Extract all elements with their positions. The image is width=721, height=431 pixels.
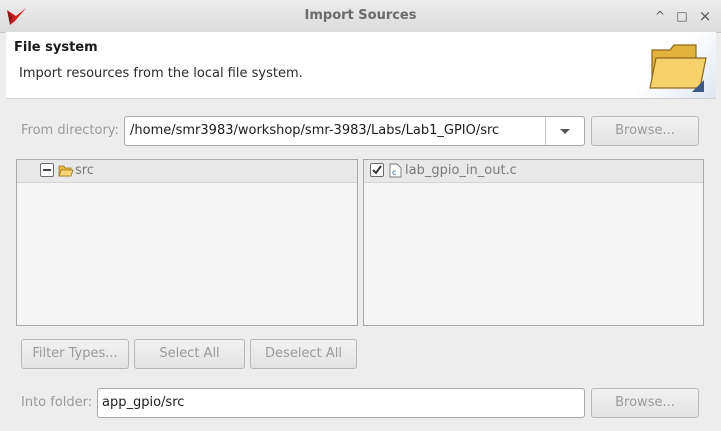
banner-title: File system: [14, 40, 98, 55]
file-item-label: lab_gpio_in_out.c: [405, 163, 517, 178]
chevron-down-icon[interactable]: [545, 117, 584, 145]
window-title: Import Sources: [304, 8, 417, 23]
folder-open-icon: [58, 165, 74, 177]
wizard-banner: File system Import resources from the lo…: [6, 32, 716, 99]
select-all-button[interactable]: Select All: [134, 339, 245, 369]
from-directory-combo[interactable]: /home/smr3983/workshop/smr-3983/Labs/Lab…: [124, 116, 585, 146]
browse-folder-button[interactable]: Browse...: [591, 388, 699, 418]
banner-image: [636, 32, 716, 98]
maximize-icon[interactable]: □: [674, 8, 690, 24]
partial-checkbox[interactable]: [40, 163, 54, 177]
close-icon[interactable]: ×: [697, 8, 713, 24]
checked-checkbox[interactable]: [370, 163, 384, 177]
tree-item-label: src: [75, 163, 94, 178]
file-list-panel[interactable]: c lab_gpio_in_out.c: [363, 159, 704, 326]
checkmark-icon: [372, 165, 382, 175]
svg-text:c: c: [392, 168, 396, 177]
tree-row-src[interactable]: src: [17, 160, 357, 183]
filter-types-button[interactable]: Filter Types...: [21, 339, 129, 369]
deselect-all-button[interactable]: Deselect All: [250, 339, 357, 369]
into-folder-value: app_gpio/src: [102, 395, 185, 410]
folder-tree-panel[interactable]: src: [16, 159, 358, 326]
from-directory-value: /home/smr3983/workshop/smr-3983/Labs/Lab…: [130, 123, 500, 138]
folder-icon: [649, 44, 707, 92]
into-folder-input[interactable]: app_gpio/src: [97, 388, 585, 418]
minimize-icon[interactable]: ^: [652, 8, 668, 24]
banner-description: Import resources from the local file sys…: [19, 66, 303, 81]
browse-directory-button[interactable]: Browse...: [591, 116, 699, 146]
title-bar: Import Sources ^ □ ×: [0, 0, 721, 33]
file-row[interactable]: c lab_gpio_in_out.c: [364, 160, 703, 183]
into-folder-label: Into folder:: [21, 395, 93, 410]
from-directory-label: From directory:: [21, 123, 119, 138]
c-file-icon: c: [389, 163, 402, 178]
